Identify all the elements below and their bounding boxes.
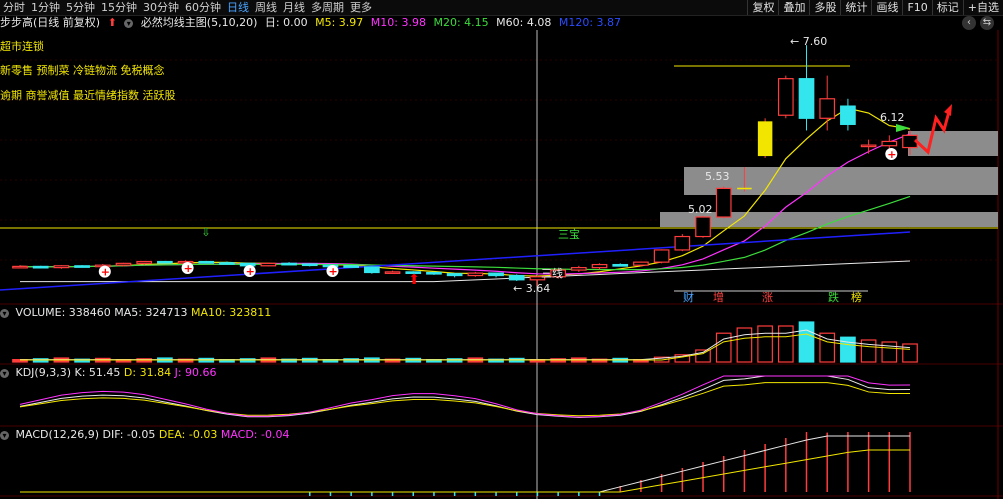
- candle-body-41: [860, 144, 877, 148]
- candle-body-20: [426, 271, 442, 275]
- candle-body-36: [757, 121, 773, 157]
- candle-body-42: [881, 140, 898, 147]
- candle-body-16: [343, 265, 360, 268]
- candle-body-12: [260, 262, 277, 267]
- volume-ma10-line: [20, 333, 911, 361]
- candle-body-35: [737, 187, 752, 190]
- kdj-k: K: 51.45: [74, 366, 121, 379]
- candle-body-27: [570, 267, 587, 271]
- tag-2: 涨: [762, 291, 773, 304]
- ma10-line: [19, 133, 911, 275]
- kdj-legend: ▾ KDJ(9,3,3) K: 51.45 D: 31.84 J: 90.66: [0, 366, 217, 380]
- label-high: ← 7.60: [790, 35, 827, 48]
- candle-body-23: [488, 272, 504, 277]
- macd-dif: DIF: -0.05: [102, 428, 156, 441]
- candle-body-28: [591, 263, 608, 269]
- label-sanbao: 三宝: [558, 227, 580, 241]
- volume-bar-43: [902, 343, 918, 363]
- candle-body-2: [53, 265, 70, 269]
- candle-body-17: [364, 266, 380, 274]
- volume-legend: ▾ VOLUME: 338460 MA5: 324713 MA10: 32381…: [0, 306, 271, 320]
- candle-body-13: [281, 262, 297, 266]
- candle-body-29: [612, 263, 629, 267]
- candle-body-0: [12, 265, 28, 269]
- ma20-line: [19, 195, 911, 271]
- label-level1: 6.12: [880, 111, 905, 124]
- buy-marker-text-0: +: [101, 266, 110, 279]
- label-low: ← 3.64: [513, 282, 550, 295]
- volume-bar-42: [881, 341, 898, 363]
- tag-3: 跌: [828, 290, 839, 304]
- buy-marker-text-2: +: [246, 265, 255, 278]
- candle-body-30: [633, 261, 649, 266]
- volume-menu-icon[interactable]: ▾: [0, 308, 9, 318]
- pointer-green-icon: [896, 124, 910, 132]
- candle-body-22: [467, 272, 484, 277]
- buy-marker-text-4: +: [887, 148, 896, 161]
- volume-bar-41: [860, 339, 877, 363]
- macd-dif-line: [20, 435, 910, 493]
- macd-legend: ▾ MACD(12,26,9) DIF: -0.05 DEA: -0.03 MA…: [0, 428, 289, 442]
- kdj-label: KDJ(9,3,3): [15, 366, 72, 379]
- candle-body-18: [384, 271, 401, 274]
- kline-chart[interactable]: + + + + + ⬆ ⇩ ← 7.60 ← 3.64 6.12 5.53 5.02 三宝三线财 增 涨 跌榜: [0, 0, 1003, 499]
- kdj-d: D: 31.84: [123, 366, 172, 379]
- kdj-menu-icon[interactable]: ▾: [0, 368, 9, 378]
- candle-body-7: [157, 260, 173, 264]
- macd-dea-line: [20, 449, 910, 493]
- macd-value: MACD: -0.04: [220, 428, 290, 441]
- support-zone-3: [908, 131, 998, 156]
- candle-body-14: [301, 263, 318, 267]
- volume-bar-38: [798, 321, 815, 363]
- volume-bar-33: [695, 349, 711, 363]
- volume-bar-37: [777, 325, 794, 363]
- candle-body-24: [508, 274, 525, 281]
- kdj-j: J: 90.66: [174, 366, 217, 379]
- candle-body-31: [653, 249, 670, 263]
- volume-bar-39: [819, 332, 836, 363]
- signal-arrow-down-icon: ⇩: [201, 226, 210, 239]
- forecast-arrowhead-icon: [944, 104, 952, 116]
- label-level3: 5.02: [688, 203, 713, 216]
- label-sanxian: 三线: [541, 266, 563, 280]
- volume-ma10: MA10: 323811: [190, 306, 272, 319]
- volume-ma5-line: [20, 329, 911, 361]
- macd-label: MACD(12,26,9): [15, 428, 100, 441]
- buy-marker-text-1: +: [184, 262, 193, 275]
- tag-0: 财: [683, 290, 694, 304]
- candle-body-6: [136, 260, 153, 264]
- macd-dea: DEA: -0.03: [158, 428, 218, 441]
- candle-body-38: [798, 78, 815, 119]
- volume-label: VOLUME: 338460: [15, 306, 111, 319]
- kdj-d-line: [19, 382, 911, 417]
- candle-body-34: [715, 187, 732, 218]
- signal-arrow-up-icon: ⬆: [408, 272, 420, 288]
- back-button[interactable]: ‹: [962, 16, 976, 30]
- macd-menu-icon[interactable]: ▾: [0, 430, 9, 440]
- buy-marker-text-3: +: [328, 265, 337, 278]
- candle-body-39: [819, 98, 836, 119]
- volume-bar-35: [736, 327, 753, 363]
- candle-body-1: [32, 265, 49, 269]
- candle-body-21: [446, 273, 463, 277]
- share-button[interactable]: ⇆: [980, 16, 994, 30]
- candle-body-10: [219, 262, 235, 265]
- candle-body-9: [198, 260, 215, 264]
- volume-bar-36: [757, 325, 773, 363]
- tag-4: 榜: [851, 290, 862, 304]
- candle-body-37: [777, 78, 794, 116]
- candle-body-5: [115, 262, 132, 266]
- candle-body-32: [674, 235, 691, 251]
- label-level2: 5.53: [705, 170, 730, 183]
- candle-body-40: [840, 105, 856, 125]
- volume-ma5: MA5: 324713: [114, 306, 188, 319]
- tag-1: 增: [713, 290, 724, 304]
- candle-body-3: [74, 265, 90, 268]
- candle-body-33: [695, 216, 711, 238]
